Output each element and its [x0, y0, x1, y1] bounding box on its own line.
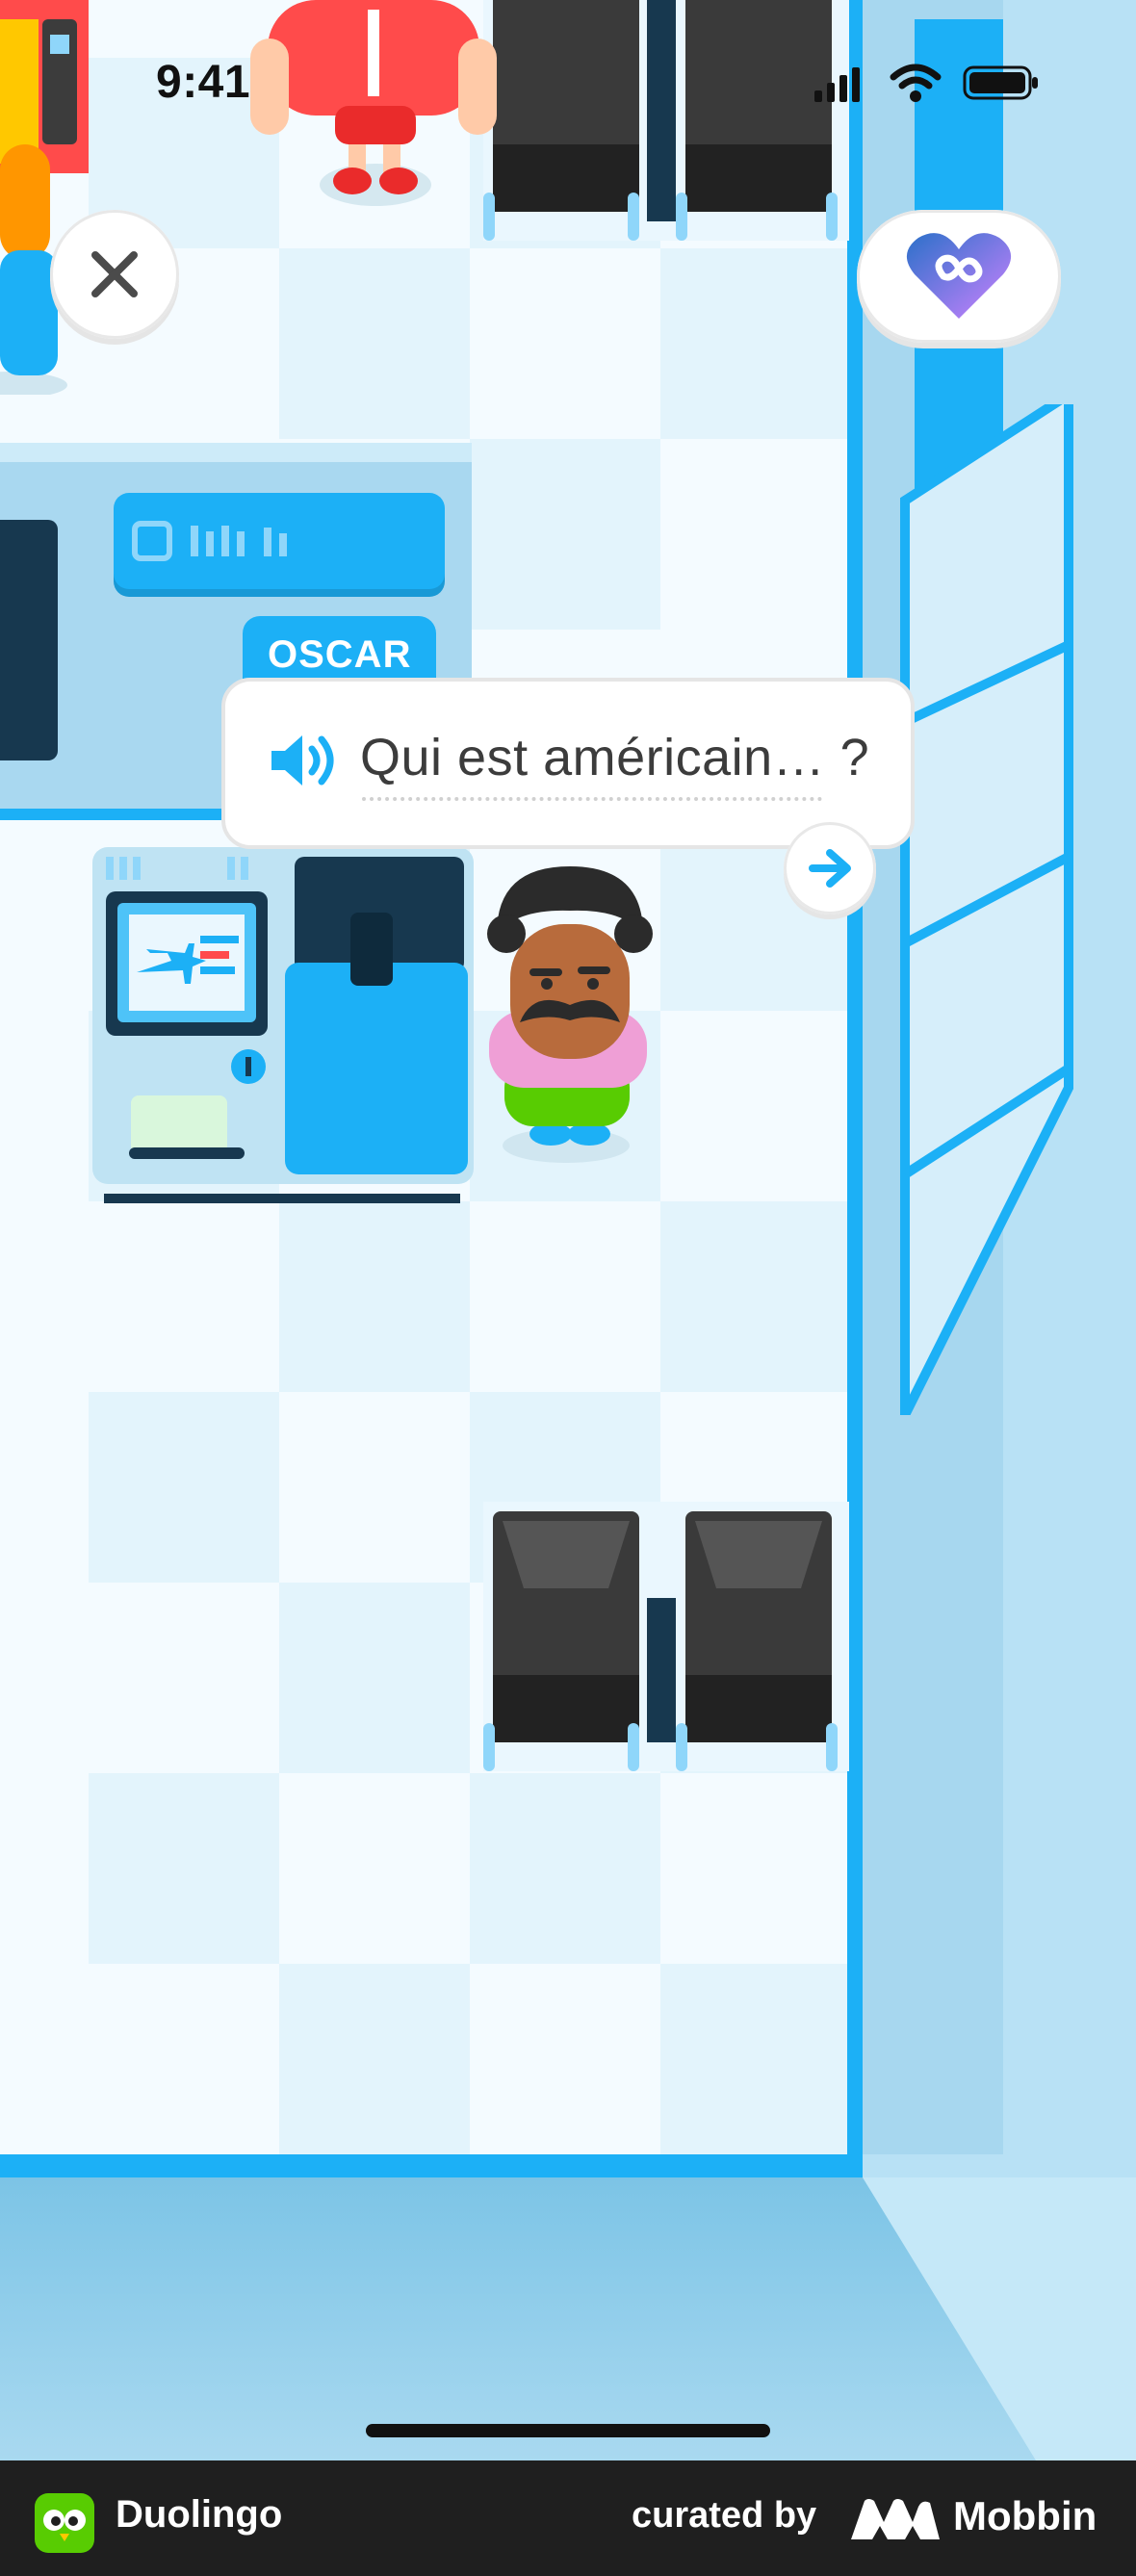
infinite-hearts-icon: [906, 233, 1012, 319]
waiting-seats-top: [483, 0, 849, 250]
cellular-signal-icon: [814, 67, 863, 106]
dialogue-text[interactable]: Qui est américain… ?: [360, 728, 869, 787]
wifi-icon: [890, 64, 942, 106]
boarding-panel: [114, 493, 445, 589]
status-time: 9:41: [156, 57, 251, 108]
home-indicator[interactable]: [366, 2424, 770, 2437]
lower-wall-diagonal: [863, 2177, 1136, 2460]
traveler-character-red: [248, 0, 499, 212]
game-scene: 9:41 OSCAR Qui est américain… ?: [0, 0, 1136, 2460]
check-in-kiosk: [92, 847, 474, 1203]
footer-curated-label: curated by: [632, 2495, 817, 2536]
footer-brand: Mobbin: [953, 2493, 1097, 2538]
mobbin-logo-icon: [851, 2497, 940, 2543]
speech-bubble: Qui est américain… ?: [221, 678, 915, 849]
next-dialogue-button[interactable]: [784, 822, 876, 914]
duolingo-logo-icon: [35, 2493, 94, 2557]
waiting-seats-bottom: [483, 1502, 849, 1781]
speaker-icon: [271, 735, 334, 786]
dark-screen: [0, 520, 58, 760]
battery-icon: [963, 65, 1040, 104]
glass-window: [895, 385, 1078, 1418]
hearts-button[interactable]: [857, 210, 1061, 343]
arrow-right-icon: [809, 849, 851, 888]
hint-underline: [362, 797, 822, 801]
speaker-audio-button[interactable]: [268, 732, 337, 793]
character-oscar: [478, 866, 660, 1165]
close-button[interactable]: [50, 210, 179, 339]
floor-right-border: [847, 0, 863, 2177]
footer-app-name: Duolingo: [116, 2493, 283, 2536]
close-icon: [91, 251, 138, 297]
floor-bottom-border: [0, 2154, 863, 2177]
